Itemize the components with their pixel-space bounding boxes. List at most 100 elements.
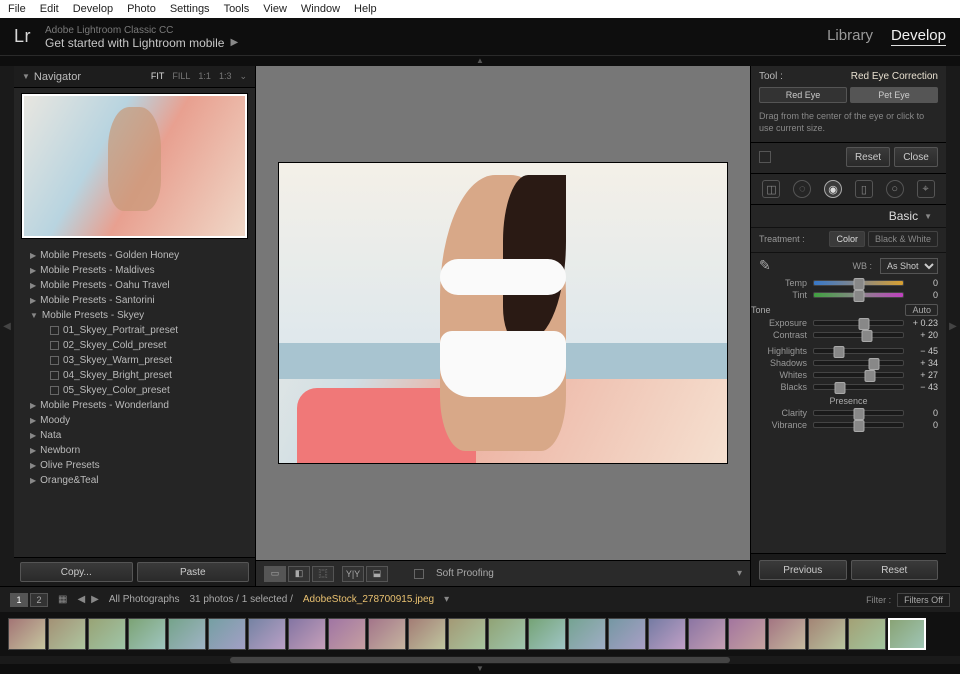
filmstrip-thumb[interactable] bbox=[808, 618, 846, 650]
preset-folder[interactable]: ▶Mobile Presets - Oahu Travel bbox=[20, 278, 255, 293]
menu-help[interactable]: Help bbox=[354, 3, 377, 15]
temp-value[interactable]: 0 bbox=[910, 278, 938, 288]
menu-settings[interactable]: Settings bbox=[170, 3, 210, 15]
spot-tool-icon[interactable]: ◌ bbox=[793, 180, 811, 198]
preset-folder[interactable]: ▶Mobile Presets - Golden Honey bbox=[20, 248, 255, 263]
filmstrip-thumb[interactable] bbox=[528, 618, 566, 650]
filmstrip-thumb[interactable] bbox=[888, 618, 926, 650]
filmstrip-thumb[interactable] bbox=[368, 618, 406, 650]
shadows-value[interactable]: + 34 bbox=[910, 358, 938, 368]
tool-close-button[interactable]: Close bbox=[894, 147, 938, 167]
tool-toggle-switch[interactable] bbox=[759, 151, 771, 163]
view-before-after-tb[interactable]: ⿴ bbox=[312, 566, 334, 582]
preset-item[interactable]: 02_Skyey_Cold_preset bbox=[20, 338, 255, 353]
exposure-value[interactable]: + 0.23 bbox=[910, 318, 938, 328]
preset-item[interactable]: 04_Skyey_Bright_preset bbox=[20, 368, 255, 383]
preset-folder[interactable]: ▶Mobile Presets - Wonderland bbox=[20, 398, 255, 413]
temp-slider[interactable] bbox=[813, 280, 904, 286]
view-compare-split[interactable]: ⬓ bbox=[366, 566, 388, 582]
filmstrip-thumb[interactable] bbox=[88, 618, 126, 650]
highlights-value[interactable]: − 45 bbox=[910, 346, 938, 356]
navigator-preview[interactable] bbox=[22, 94, 247, 238]
module-library[interactable]: Library bbox=[827, 27, 873, 46]
blacks-slider[interactable] bbox=[813, 384, 904, 390]
filmstrip-thumb[interactable] bbox=[48, 618, 86, 650]
filmstrip-thumb[interactable] bbox=[608, 618, 646, 650]
whites-value[interactable]: + 27 bbox=[910, 370, 938, 380]
bottom-panel-toggle[interactable]: ▼ bbox=[0, 664, 960, 674]
nav-fit[interactable]: FIT bbox=[151, 71, 165, 82]
preset-item[interactable]: 03_Skyey_Warm_preset bbox=[20, 353, 255, 368]
clarity-value[interactable]: 0 bbox=[910, 408, 938, 418]
filmstrip-thumb[interactable] bbox=[168, 618, 206, 650]
contrast-slider[interactable] bbox=[813, 332, 904, 338]
menu-edit[interactable]: Edit bbox=[40, 3, 59, 15]
preset-folder[interactable]: ▶Nata bbox=[20, 428, 255, 443]
nav-ratio[interactable]: 1:3 bbox=[219, 71, 232, 82]
filmstrip-thumb[interactable] bbox=[408, 618, 446, 650]
filmstrip-thumb[interactable] bbox=[208, 618, 246, 650]
preset-folder-open[interactable]: ▼Mobile Presets - Skyey bbox=[20, 308, 255, 323]
paste-button[interactable]: Paste bbox=[137, 562, 250, 582]
brush-tool-icon[interactable]: ⌖ bbox=[917, 180, 935, 198]
redeye-tool-icon[interactable]: ◉ bbox=[824, 180, 842, 198]
filmstrip-thumb[interactable] bbox=[448, 618, 486, 650]
crop-tool-icon[interactable]: ◫ bbox=[762, 180, 780, 198]
menu-photo[interactable]: Photo bbox=[127, 3, 156, 15]
vibrance-slider[interactable] bbox=[813, 422, 904, 428]
filmstrip[interactable] bbox=[0, 612, 960, 656]
exposure-slider[interactable] bbox=[813, 320, 904, 326]
preset-folder[interactable]: ▶Mobile Presets - Maldives bbox=[20, 263, 255, 278]
previous-button[interactable]: Previous bbox=[759, 560, 847, 580]
menu-develop[interactable]: Develop bbox=[73, 3, 113, 15]
monitor-1[interactable]: 1 bbox=[10, 593, 28, 607]
filmstrip-thumb[interactable] bbox=[488, 618, 526, 650]
nav-1-1[interactable]: 1:1 bbox=[198, 71, 211, 82]
blacks-value[interactable]: − 43 bbox=[910, 382, 938, 392]
current-file[interactable]: AdobeStock_278700915.jpeg bbox=[303, 594, 434, 605]
chevron-down-icon[interactable]: ⌄ bbox=[239, 71, 247, 82]
filter-select[interactable]: Filters Off bbox=[897, 593, 950, 607]
top-panel-toggle[interactable]: ▲ bbox=[0, 56, 960, 66]
view-compare-yy[interactable]: Y|Y bbox=[342, 566, 364, 582]
view-before-after-lr[interactable]: ◧ bbox=[288, 566, 310, 582]
preset-item[interactable]: 05_Skyey_Color_preset bbox=[20, 383, 255, 398]
basic-panel-title[interactable]: Basic bbox=[889, 209, 918, 223]
toolbar-chevron-icon[interactable]: ▾ bbox=[737, 568, 742, 579]
filmstrip-thumb[interactable] bbox=[648, 618, 686, 650]
filmstrip-thumb[interactable] bbox=[328, 618, 366, 650]
eyedropper-icon[interactable]: ✎ bbox=[759, 257, 781, 275]
grid-icon[interactable]: ▦ bbox=[58, 594, 67, 605]
auto-tone-button[interactable]: Auto bbox=[905, 304, 938, 316]
treatment-bw[interactable]: Black & White bbox=[868, 231, 938, 247]
filmstrip-thumb[interactable] bbox=[768, 618, 806, 650]
reset-button[interactable]: Reset bbox=[851, 560, 939, 580]
module-develop[interactable]: Develop bbox=[891, 27, 946, 46]
preset-folder[interactable]: ▶Orange&Teal bbox=[20, 473, 255, 488]
left-panel-toggle[interactable]: ◀ bbox=[0, 66, 14, 586]
right-panel-toggle[interactable]: ▶ bbox=[946, 66, 960, 586]
treatment-color[interactable]: Color bbox=[829, 231, 865, 247]
monitor-2[interactable]: 2 bbox=[30, 593, 48, 607]
navigator-header[interactable]: ▼ Navigator FIT FILL 1:1 1:3 ⌄ bbox=[14, 66, 255, 88]
nav-back-icon[interactable]: ◀ bbox=[77, 594, 85, 605]
tab-red-eye[interactable]: Red Eye bbox=[759, 87, 847, 103]
collection-name[interactable]: All Photographs bbox=[109, 594, 180, 605]
filmstrip-thumb[interactable] bbox=[128, 618, 166, 650]
whites-slider[interactable] bbox=[813, 372, 904, 378]
chevron-down-icon[interactable]: ▾ bbox=[444, 594, 449, 605]
tool-reset-button[interactable]: Reset bbox=[846, 147, 890, 167]
radial-tool-icon[interactable]: ○ bbox=[886, 180, 904, 198]
tab-pet-eye[interactable]: Pet Eye bbox=[850, 87, 938, 103]
menu-tools[interactable]: Tools bbox=[224, 3, 250, 15]
view-loupe[interactable]: ▭ bbox=[264, 566, 286, 582]
filmstrip-thumb[interactable] bbox=[848, 618, 886, 650]
wb-select[interactable]: As Shot bbox=[880, 258, 938, 274]
filmstrip-thumb[interactable] bbox=[248, 618, 286, 650]
tint-value[interactable]: 0 bbox=[910, 290, 938, 300]
nav-fill[interactable]: FILL bbox=[172, 71, 190, 82]
preset-folder[interactable]: ▶Olive Presets bbox=[20, 458, 255, 473]
identity-headline[interactable]: Get started with Lightroom mobile bbox=[45, 37, 224, 49]
menu-view[interactable]: View bbox=[263, 3, 287, 15]
preset-folder[interactable]: ▶Newborn bbox=[20, 443, 255, 458]
